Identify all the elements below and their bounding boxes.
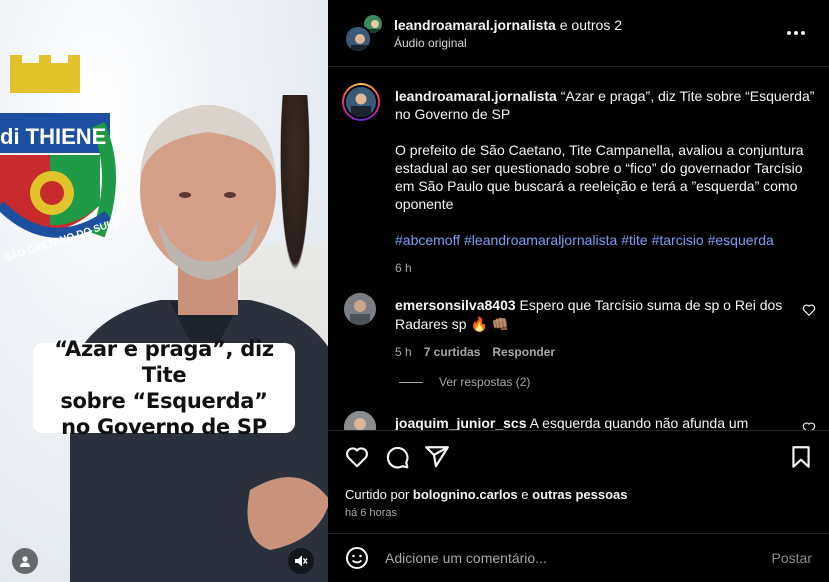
comment-input[interactable] bbox=[385, 543, 745, 573]
hashtag-link[interactable]: #tite bbox=[621, 232, 647, 248]
comment-body: emersonsilva8403 Espero que Tarcísio sum… bbox=[395, 296, 790, 362]
comments-scroll-area[interactable]: leandroamaral.jornalista “Azar e praga”,… bbox=[328, 67, 829, 430]
more-horizontal-icon bbox=[787, 31, 791, 35]
comment-composer: Postar bbox=[328, 534, 829, 582]
audio-label[interactable]: Áudio original bbox=[394, 36, 622, 50]
comment-meta: 5 h 7 curtidas Responder bbox=[395, 343, 790, 362]
header-username[interactable]: leandroamaral.jornalista bbox=[394, 17, 556, 33]
likes-prefix: Curtido por bbox=[345, 487, 413, 502]
divider bbox=[328, 430, 829, 431]
header-others[interactable]: e outros 2 bbox=[556, 17, 622, 33]
bookmark-icon[interactable] bbox=[788, 444, 814, 470]
comment-icon[interactable] bbox=[384, 444, 410, 470]
comment-username[interactable]: joaquim_junior_scs bbox=[395, 415, 526, 430]
header-title: leandroamaral.jornalista e outros 2 bbox=[394, 17, 622, 33]
divider bbox=[399, 381, 423, 383]
heart-icon[interactable] bbox=[802, 421, 816, 430]
header-text: leandroamaral.jornalista e outros 2 Áudi… bbox=[394, 17, 622, 50]
action-bar bbox=[328, 440, 829, 472]
likes-middle: e bbox=[517, 487, 533, 502]
view-replies-label: Ver respostas (2) bbox=[439, 375, 531, 389]
hashtag-link[interactable]: #tarcisio bbox=[652, 232, 704, 248]
caption-time[interactable]: 6 h bbox=[395, 259, 815, 277]
comment-time[interactable]: 5 h bbox=[395, 343, 412, 362]
avatar[interactable] bbox=[344, 293, 376, 325]
post-comment-button[interactable]: Postar bbox=[772, 550, 812, 566]
speaker-muted-icon bbox=[295, 555, 308, 567]
avatar bbox=[344, 25, 372, 53]
post-details-panel: leandroamaral.jornalista e outros 2 Áudi… bbox=[328, 0, 829, 582]
liked-by-user[interactable]: bolognino.carlos bbox=[413, 487, 518, 502]
video-caption-text: “Azar e praga”, diz Tite sobre “Esquerda… bbox=[54, 337, 274, 439]
hashtag-link[interactable]: #esquerda bbox=[708, 232, 774, 248]
heart-icon[interactable] bbox=[802, 303, 816, 317]
caption-body: O prefeito de São Caetano, Tite Campanel… bbox=[395, 142, 804, 212]
comment-text: A esquerda quando não afunda um bbox=[529, 415, 749, 430]
collab-avatars[interactable] bbox=[344, 13, 384, 53]
more-options-button[interactable] bbox=[787, 26, 809, 40]
hashtag-link[interactable]: #abcemoff bbox=[395, 232, 460, 248]
send-icon[interactable] bbox=[424, 444, 450, 470]
hashtag-link[interactable]: #leandroamaraljornalista bbox=[464, 232, 617, 248]
caption-username[interactable]: leandroamaral.jornalista bbox=[395, 88, 557, 104]
reply-button[interactable]: Responder bbox=[492, 343, 555, 362]
tagged-users-button[interactable] bbox=[12, 548, 38, 574]
mute-toggle-button[interactable] bbox=[288, 548, 314, 574]
liked-by-others[interactable]: outras pessoas bbox=[532, 487, 627, 502]
emoji-icon[interactable] bbox=[345, 546, 369, 570]
comment-likes[interactable]: 7 curtidas bbox=[424, 343, 481, 362]
likes-summary: Curtido por bolognino.carlos e outras pe… bbox=[345, 487, 628, 502]
comment-body: joaquim_junior_scs A esquerda quando não… bbox=[395, 414, 790, 430]
view-replies-button[interactable]: Ver respostas (2) bbox=[399, 375, 530, 389]
post-caption: leandroamaral.jornalista “Azar e praga”,… bbox=[395, 87, 815, 277]
instagram-post-modal: di THIENE SÃO CAETANO DO SUL 28-07-1877 … bbox=[0, 0, 829, 582]
post-timestamp[interactable]: há 6 horas bbox=[345, 507, 397, 519]
heart-icon[interactable] bbox=[344, 444, 370, 470]
post-media[interactable]: di THIENE SÃO CAETANO DO SUL 28-07-1877 … bbox=[0, 0, 328, 582]
video-caption-card: “Azar e praga”, diz Tite sobre “Esquerda… bbox=[33, 337, 295, 439]
caption-hashtags: #abcemoff #leandroamaraljornalista #tite… bbox=[395, 231, 815, 249]
speaker-photo bbox=[70, 105, 328, 582]
post-author-avatar[interactable] bbox=[342, 83, 380, 121]
post-header: leandroamaral.jornalista e outros 2 Áudi… bbox=[328, 0, 829, 66]
comment-username[interactable]: emersonsilva8403 bbox=[395, 297, 516, 313]
avatar[interactable] bbox=[344, 411, 376, 430]
user-icon bbox=[20, 556, 30, 567]
